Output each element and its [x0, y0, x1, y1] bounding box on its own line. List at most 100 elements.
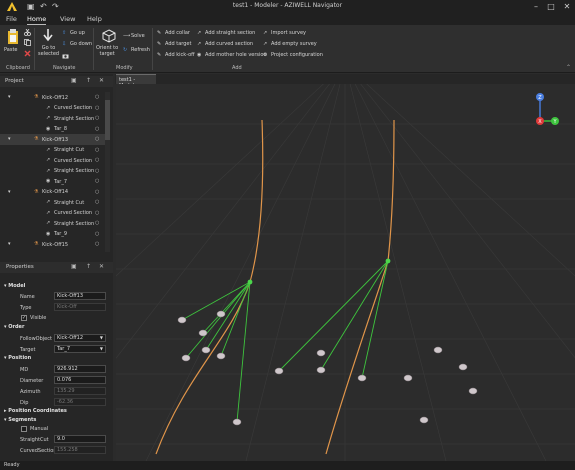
tree-item[interactable]: ◉ Tar_7 ○: [0, 176, 105, 187]
close-icon[interactable]: ✕: [99, 77, 104, 84]
menu-file[interactable]: File: [6, 15, 17, 23]
target-marker[interactable]: [181, 354, 191, 362]
go-up-icon: ⇧: [62, 30, 67, 36]
tab-modeler[interactable]: test1 - Modeler: [116, 74, 156, 89]
tree-item[interactable]: ↗ Straight Cut ○: [0, 145, 105, 156]
visibility-toggle-icon[interactable]: ○: [95, 168, 99, 174]
tree-item[interactable]: ↗ Curved Section ○: [0, 155, 105, 166]
expand-chevron-icon[interactable]: ▾: [8, 94, 11, 100]
visibility-toggle-icon[interactable]: ○: [95, 136, 99, 142]
scene-svg[interactable]: Z X Y: [116, 84, 575, 461]
md-field[interactable]: 926.912: [54, 365, 106, 373]
target-marker[interactable]: [357, 374, 367, 382]
3d-viewport[interactable]: Z X Y: [116, 84, 575, 461]
go-to-selected-button[interactable]: Go to selected: [37, 29, 59, 61]
target-select[interactable]: Tar_7 ▼: [54, 345, 106, 353]
target-marker[interactable]: [201, 346, 211, 354]
tree-item[interactable]: ↗ Curved Section ○: [0, 208, 105, 219]
close-button[interactable]: ✕: [561, 1, 573, 12]
manual-checkbox[interactable]: [21, 426, 27, 432]
menu-view[interactable]: View: [60, 15, 75, 23]
visibility-toggle-icon[interactable]: ○: [95, 157, 99, 163]
target-marker[interactable]: [458, 363, 468, 371]
visibility-toggle-icon[interactable]: ○: [95, 220, 99, 226]
target-marker[interactable]: [232, 418, 242, 426]
order-section-header[interactable]: ▾ Order: [4, 324, 24, 330]
tree-item[interactable]: ◉ Tar_8 ○: [0, 124, 105, 135]
model-section-header[interactable]: ▾ Model: [4, 283, 25, 289]
tree-item[interactable]: ↗ Straight Cut ○: [0, 197, 105, 208]
visibility-toggle-icon[interactable]: ○: [95, 231, 99, 237]
target-marker[interactable]: [468, 387, 478, 395]
expand-chevron-icon[interactable]: ▾: [8, 189, 11, 195]
visibility-toggle-icon[interactable]: ○: [95, 199, 99, 205]
paste-button[interactable]: Paste: [4, 29, 24, 57]
tree-item[interactable]: ◉ Tar_9 ○: [0, 229, 105, 240]
ribbon-separator: [34, 28, 35, 70]
target-marker[interactable]: [316, 366, 326, 374]
tree-item[interactable]: ↗ Curved Section ○: [0, 103, 105, 114]
cut-icon[interactable]: [24, 29, 31, 36]
maximize-button[interactable]: □: [545, 1, 557, 12]
follow-object-select[interactable]: Kick-Off12 ▼: [54, 334, 106, 342]
pin-icon[interactable]: ↑: [86, 263, 91, 270]
minimize-button[interactable]: –: [530, 1, 542, 12]
tree-item[interactable]: ▾ ⚗ Kick-Off14 ○: [0, 187, 105, 198]
visibility-toggle-icon[interactable]: ○: [95, 241, 99, 247]
kickoff-node[interactable]: [247, 279, 253, 285]
visibility-toggle-icon[interactable]: ○: [95, 210, 99, 216]
name-field[interactable]: Kick-Off13: [54, 292, 106, 300]
camera-icon[interactable]: [62, 53, 69, 59]
segments-section-header[interactable]: ▾ Segments: [4, 417, 36, 423]
visibility-toggle-icon[interactable]: ○: [95, 126, 99, 132]
collapse-ribbon-icon[interactable]: ⌃: [566, 64, 571, 71]
position-section-header[interactable]: ▾ Position: [4, 355, 31, 361]
kickoff-trace: [236, 281, 251, 423]
diameter-field[interactable]: 0.076: [54, 376, 106, 384]
pin-icon[interactable]: ↑: [86, 77, 91, 84]
arrow-down-icon: [43, 29, 53, 42]
visibility-toggle-icon[interactable]: ○: [95, 94, 99, 100]
menu-home[interactable]: Home: [27, 15, 47, 25]
tree-item[interactable]: ↗ Straight Section ○: [0, 218, 105, 229]
copy-icon[interactable]: [24, 39, 31, 46]
project-scrollbar[interactable]: [105, 92, 110, 252]
kickoff-trace: [205, 281, 251, 351]
tree-item[interactable]: ↗ Straight Section ○: [0, 113, 105, 124]
target-marker[interactable]: [419, 416, 429, 424]
expand-chevron-icon[interactable]: ▾: [8, 136, 11, 142]
target-marker[interactable]: [274, 367, 284, 375]
target-marker[interactable]: [316, 349, 326, 357]
gear-icon: ⚙: [263, 52, 268, 58]
tree-item[interactable]: ▾ ⚗ Kick-Off12 ○: [0, 92, 105, 103]
target-marker[interactable]: [403, 374, 413, 382]
visibility-toggle-icon[interactable]: ○: [95, 178, 99, 184]
target-marker[interactable]: [198, 329, 208, 337]
tree-item[interactable]: ↗ Straight Section ○: [0, 166, 105, 177]
orient-to-target-button[interactable]: Orient to target: [96, 29, 122, 61]
close-icon[interactable]: ✕: [99, 263, 104, 270]
kickoff-node[interactable]: [385, 258, 391, 264]
panel-options-icon[interactable]: ▣: [71, 77, 77, 84]
position-coordinates-section-header[interactable]: ▸ Position Coordinates: [4, 408, 67, 414]
target-marker[interactable]: [216, 352, 226, 360]
tree-item[interactable]: ▾ ⚗ Kick-Off13 ○: [0, 134, 105, 145]
visibility-toggle-icon[interactable]: ○: [95, 115, 99, 121]
tree-item-label: Tar_9: [54, 231, 68, 237]
visibility-toggle-icon[interactable]: ○: [95, 147, 99, 153]
group-clipboard-label: Clipboard: [6, 65, 30, 71]
visibility-toggle-icon[interactable]: ○: [95, 189, 99, 195]
straight-cut-field[interactable]: 9.0: [54, 435, 106, 443]
menu-help[interactable]: Help: [87, 15, 102, 23]
target-marker[interactable]: [433, 346, 443, 354]
scrollbar-thumb[interactable]: [105, 100, 110, 140]
delete-icon[interactable]: [24, 50, 31, 57]
visible-checkbox[interactable]: ✓: [21, 315, 27, 321]
axis-gizmo[interactable]: Z X Y: [536, 93, 559, 125]
expand-chevron-icon[interactable]: ▾: [8, 241, 11, 247]
visibility-toggle-icon[interactable]: ○: [95, 105, 99, 111]
tree-item[interactable]: ▾ ⚗ Kick-Off15 ○: [0, 239, 105, 250]
target-marker[interactable]: [177, 316, 187, 324]
panel-options-icon[interactable]: ▣: [71, 263, 77, 270]
target-marker[interactable]: [216, 310, 226, 318]
